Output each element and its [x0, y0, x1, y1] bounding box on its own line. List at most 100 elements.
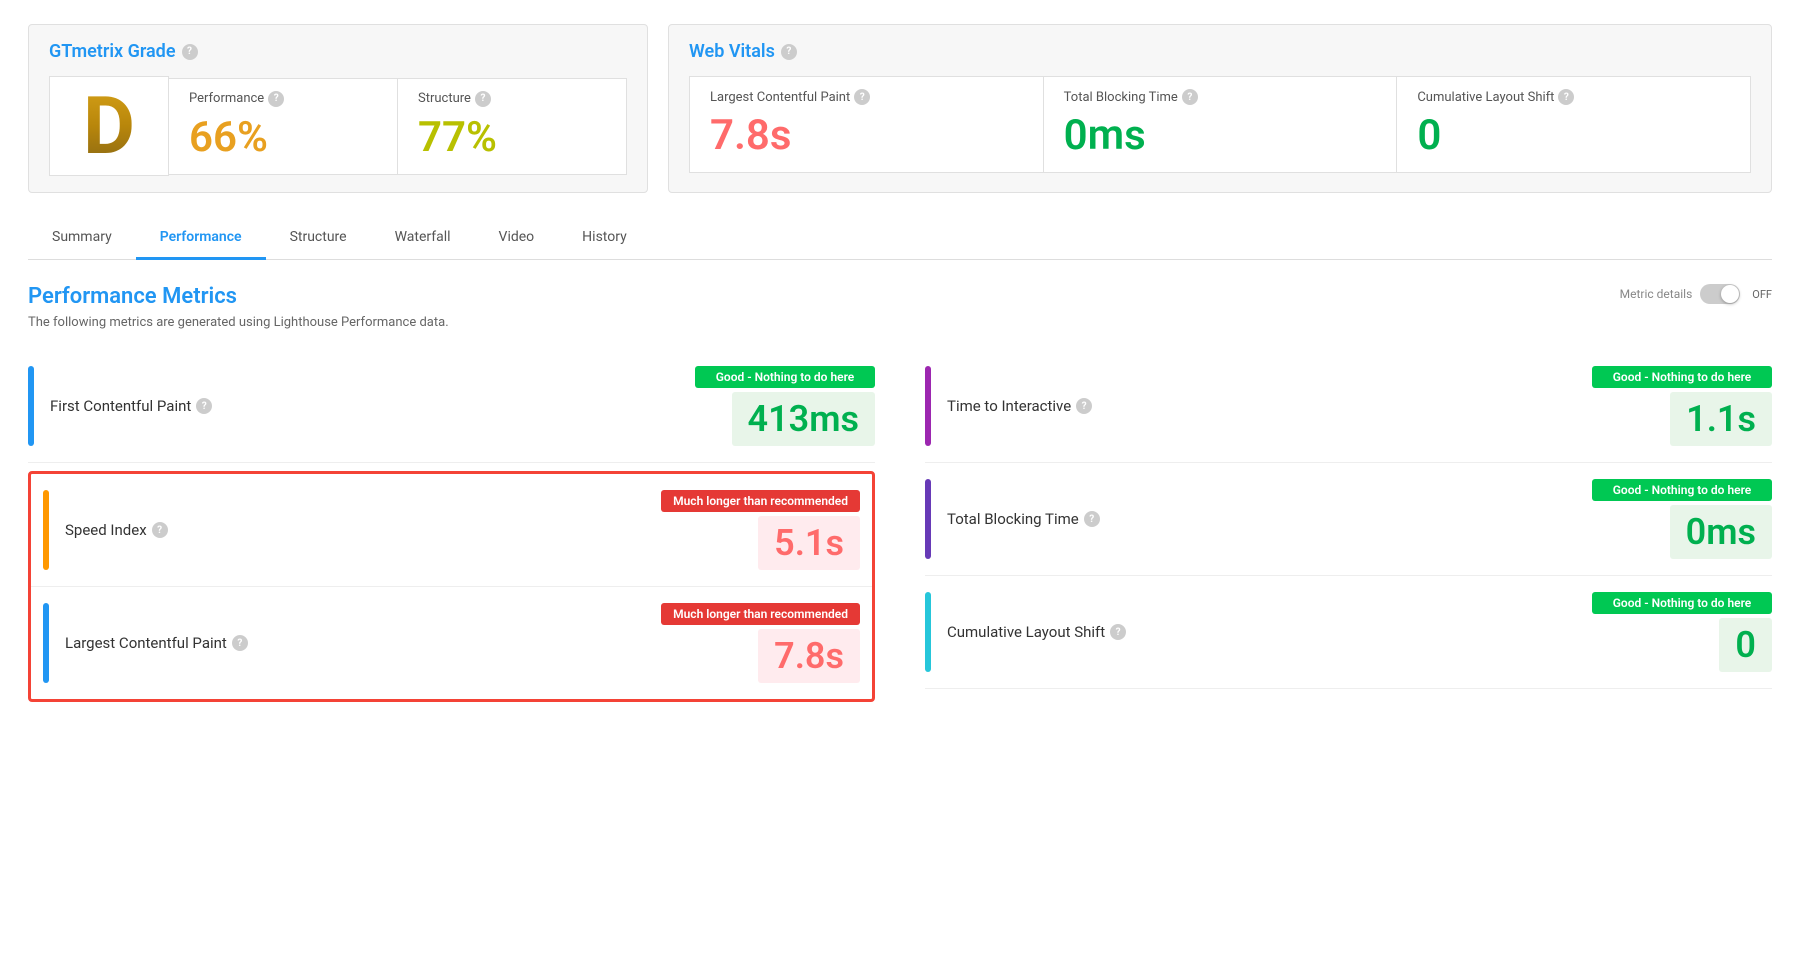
- tbt-badge: Good - Nothing to do here: [1592, 479, 1772, 501]
- cls-help-icon-metric[interactable]: ?: [1110, 624, 1126, 640]
- structure-label: Structure ?: [418, 91, 491, 107]
- right-metrics-column: Time to Interactive ? Good - Nothing to …: [925, 350, 1772, 710]
- cls-vital-box: Cumulative Layout Shift ? 0: [1396, 76, 1751, 173]
- cls-bar: [925, 592, 931, 672]
- speed-index-name: Speed Index ?: [65, 521, 168, 539]
- speed-index-metric-row: Speed Index ? Much longer than recommend…: [31, 474, 872, 587]
- tti-value: 1.1s: [1670, 392, 1772, 446]
- structure-value: 77%: [418, 113, 497, 162]
- performance-label: Performance ?: [189, 91, 284, 107]
- left-metrics-column: First Contentful Paint ? Good - Nothing …: [28, 350, 875, 710]
- metric-details-toggle[interactable]: [1700, 284, 1740, 304]
- lcp-content-left: Largest Contentful Paint ? Much longer t…: [65, 603, 860, 683]
- tti-content: Time to Interactive ? Good - Nothing to …: [947, 366, 1772, 446]
- cls-metric-row: Cumulative Layout Shift ? Good - Nothing…: [925, 576, 1772, 689]
- fcp-value: 413ms: [732, 392, 875, 446]
- speed-index-badge: Much longer than recommended: [661, 490, 860, 512]
- toggle-off-label: OFF: [1752, 288, 1772, 301]
- lcp-value: 7.8s: [710, 111, 1023, 160]
- performance-help-icon[interactable]: ?: [268, 91, 284, 107]
- gtmetrix-title-text: GTmetrix Grade: [49, 41, 176, 62]
- tti-right: Good - Nothing to do here 1.1s: [1592, 366, 1772, 446]
- fcp-badge: Good - Nothing to do here: [695, 366, 875, 388]
- toggle-knob: [1721, 285, 1739, 303]
- tbt-value-metric: 0ms: [1670, 505, 1772, 559]
- tab-summary[interactable]: Summary: [28, 217, 136, 260]
- tbt-help-icon-metric[interactable]: ?: [1084, 511, 1100, 527]
- tti-metric-row: Time to Interactive ? Good - Nothing to …: [925, 350, 1772, 463]
- section-title: Performance Metrics: [28, 284, 449, 309]
- lcp-badge-left: Much longer than recommended: [661, 603, 860, 625]
- tabs-container: Summary Performance Structure Waterfall …: [28, 217, 1772, 260]
- tab-structure[interactable]: Structure: [266, 217, 371, 260]
- tbt-bar: [925, 479, 931, 559]
- grade-letter: D: [83, 86, 135, 166]
- fcp-bar: [28, 366, 34, 446]
- performance-metrics-section: Performance Metrics The following metric…: [28, 284, 1772, 710]
- fcp-right: Good - Nothing to do here 413ms: [695, 366, 875, 446]
- web-vitals-card: Web Vitals ? Largest Contentful Paint ? …: [668, 24, 1772, 193]
- performance-metric-box: Performance ? 66%: [168, 78, 398, 175]
- gtmetrix-grade-card: GTmetrix Grade ? D Performance ? 66%: [28, 24, 648, 193]
- tti-badge: Good - Nothing to do here: [1592, 366, 1772, 388]
- performance-value: 66%: [189, 113, 268, 162]
- tti-name: Time to Interactive ?: [947, 397, 1092, 415]
- tti-bar: [925, 366, 931, 446]
- tbt-value: 0ms: [1064, 111, 1377, 160]
- fcp-metric-row: First Contentful Paint ? Good - Nothing …: [28, 350, 875, 463]
- metric-details-label: Metric details: [1620, 287, 1693, 301]
- speed-index-content: Speed Index ? Much longer than recommend…: [65, 490, 860, 570]
- tab-waterfall[interactable]: Waterfall: [371, 217, 475, 260]
- speed-index-right: Much longer than recommended 5.1s: [661, 490, 860, 570]
- web-vitals-title: Web Vitals ?: [689, 41, 1751, 62]
- web-vitals-title-text: Web Vitals: [689, 41, 775, 62]
- fcp-name: First Contentful Paint ?: [50, 397, 212, 415]
- section-subtitle: The following metrics are generated usin…: [28, 315, 449, 330]
- gtmetrix-metrics-pair: Performance ? 66% Structure ? 77%: [169, 78, 627, 175]
- tbt-metric-row: Total Blocking Time ? Good - Nothing to …: [925, 463, 1772, 576]
- cls-content: Cumulative Layout Shift ? Good - Nothing…: [947, 592, 1772, 672]
- cls-badge: Good - Nothing to do here: [1592, 592, 1772, 614]
- lcp-metric-row-left: Largest Contentful Paint ? Much longer t…: [31, 587, 872, 699]
- tbt-content: Total Blocking Time ? Good - Nothing to …: [947, 479, 1772, 559]
- tti-help-icon[interactable]: ?: [1076, 398, 1092, 414]
- tbt-label: Total Blocking Time ?: [1064, 89, 1377, 105]
- gtmetrix-help-icon[interactable]: ?: [182, 44, 198, 60]
- fcp-help-icon[interactable]: ?: [196, 398, 212, 414]
- red-outline-group: Speed Index ? Much longer than recommend…: [28, 471, 875, 702]
- tab-video[interactable]: Video: [475, 217, 559, 260]
- tbt-vital-box: Total Blocking Time ? 0ms: [1043, 76, 1398, 173]
- cls-name: Cumulative Layout Shift ?: [947, 623, 1126, 641]
- gtmetrix-grade-title: GTmetrix Grade ?: [49, 41, 627, 62]
- tbt-right: Good - Nothing to do here 0ms: [1592, 479, 1772, 559]
- structure-help-icon[interactable]: ?: [475, 91, 491, 107]
- lcp-help-icon-left[interactable]: ?: [232, 635, 248, 651]
- cls-right: Good - Nothing to do here 0: [1592, 592, 1772, 672]
- lcp-right-left: Much longer than recommended 7.8s: [661, 603, 860, 683]
- lcp-value-left: 7.8s: [758, 629, 860, 683]
- structure-metric-box: Structure ? 77%: [397, 78, 627, 175]
- cls-help-icon[interactable]: ?: [1558, 89, 1574, 105]
- cls-value-metric: 0: [1719, 618, 1772, 672]
- speed-index-bar: [43, 490, 49, 570]
- metrics-grid: First Contentful Paint ? Good - Nothing …: [28, 350, 1772, 710]
- lcp-vital-box: Largest Contentful Paint ? 7.8s: [689, 76, 1044, 173]
- lcp-bar-left: [43, 603, 49, 683]
- metric-details-toggle-row: Metric details OFF: [1620, 284, 1772, 304]
- speed-index-help-icon[interactable]: ?: [152, 522, 168, 538]
- gtmetrix-inner: D Performance ? 66% Structure ?: [49, 76, 627, 176]
- fcp-content: First Contentful Paint ? Good - Nothing …: [50, 366, 875, 446]
- grade-box: D: [49, 76, 169, 176]
- tab-history[interactable]: History: [558, 217, 651, 260]
- web-vitals-help-icon[interactable]: ?: [781, 44, 797, 60]
- cls-label: Cumulative Layout Shift ?: [1417, 89, 1730, 105]
- speed-index-value: 5.1s: [758, 516, 860, 570]
- lcp-label: Largest Contentful Paint ?: [710, 89, 1023, 105]
- lcp-help-icon[interactable]: ?: [854, 89, 870, 105]
- web-vitals-inner: Largest Contentful Paint ? 7.8s Total Bl…: [689, 76, 1751, 173]
- lcp-name-left: Largest Contentful Paint ?: [65, 634, 248, 652]
- tbt-name: Total Blocking Time ?: [947, 510, 1100, 528]
- cls-value: 0: [1417, 111, 1730, 160]
- tbt-help-icon[interactable]: ?: [1182, 89, 1198, 105]
- tab-performance[interactable]: Performance: [136, 217, 266, 260]
